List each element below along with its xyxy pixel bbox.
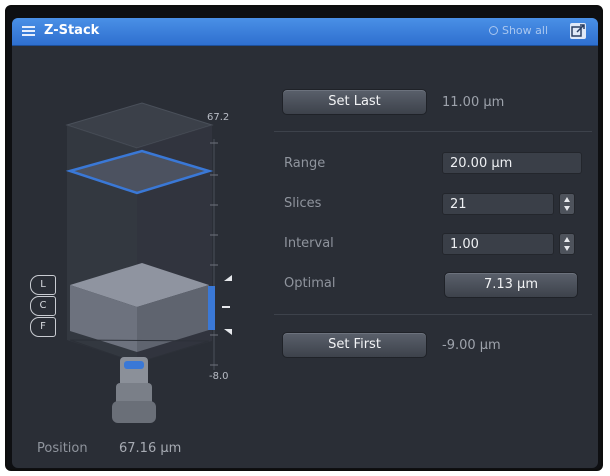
stack-graphic bbox=[65, 102, 232, 423]
show-all-label: Show all bbox=[501, 24, 548, 37]
detach-icon[interactable] bbox=[570, 23, 586, 39]
interval-label: Interval bbox=[284, 236, 334, 251]
slices-stepper[interactable] bbox=[559, 193, 575, 215]
set-first-button[interactable]: Set First bbox=[282, 332, 427, 358]
position-label: Position bbox=[37, 441, 88, 456]
last-marker[interactable]: L bbox=[30, 275, 56, 295]
set-last-button[interactable]: Set Last bbox=[282, 89, 427, 115]
title-bar: Z-Stack Show all bbox=[12, 18, 598, 46]
slices-input[interactable]: 21 bbox=[442, 193, 554, 215]
interval-stepper[interactable] bbox=[559, 233, 575, 255]
range-label: Range bbox=[284, 156, 326, 171]
radio-icon bbox=[488, 26, 498, 35]
optimal-label: Optimal bbox=[284, 276, 336, 291]
first-marker[interactable]: F bbox=[30, 317, 56, 337]
separator bbox=[274, 131, 592, 132]
zstack-visualization: 67.2 -8.0 L C F Position 67.16 µm bbox=[12, 45, 252, 468]
center-marker[interactable]: C bbox=[30, 296, 56, 316]
set-first-value: -9.00 µm bbox=[442, 338, 501, 353]
menu-icon[interactable] bbox=[22, 26, 35, 37]
zstack-panel: Z-Stack Show all 67.2 -8.0 L C F Positio… bbox=[12, 18, 598, 468]
panel-title: Z-Stack bbox=[44, 23, 100, 38]
optimal-button[interactable]: 7.13 µm bbox=[444, 272, 578, 298]
interval-input[interactable]: 1.00 bbox=[442, 233, 554, 255]
marker-group: L C F bbox=[30, 275, 64, 337]
range-field: 20.00 µm bbox=[442, 152, 582, 174]
separator bbox=[274, 314, 592, 315]
show-all-toggle[interactable]: Show all bbox=[488, 24, 548, 37]
set-last-value: 11.00 µm bbox=[442, 95, 505, 110]
slices-label: Slices bbox=[284, 196, 322, 211]
scale-bottom-label: -8.0 bbox=[209, 371, 229, 382]
scale-top-label: 67.2 bbox=[207, 112, 230, 123]
position-value: 67.16 µm bbox=[119, 441, 182, 456]
